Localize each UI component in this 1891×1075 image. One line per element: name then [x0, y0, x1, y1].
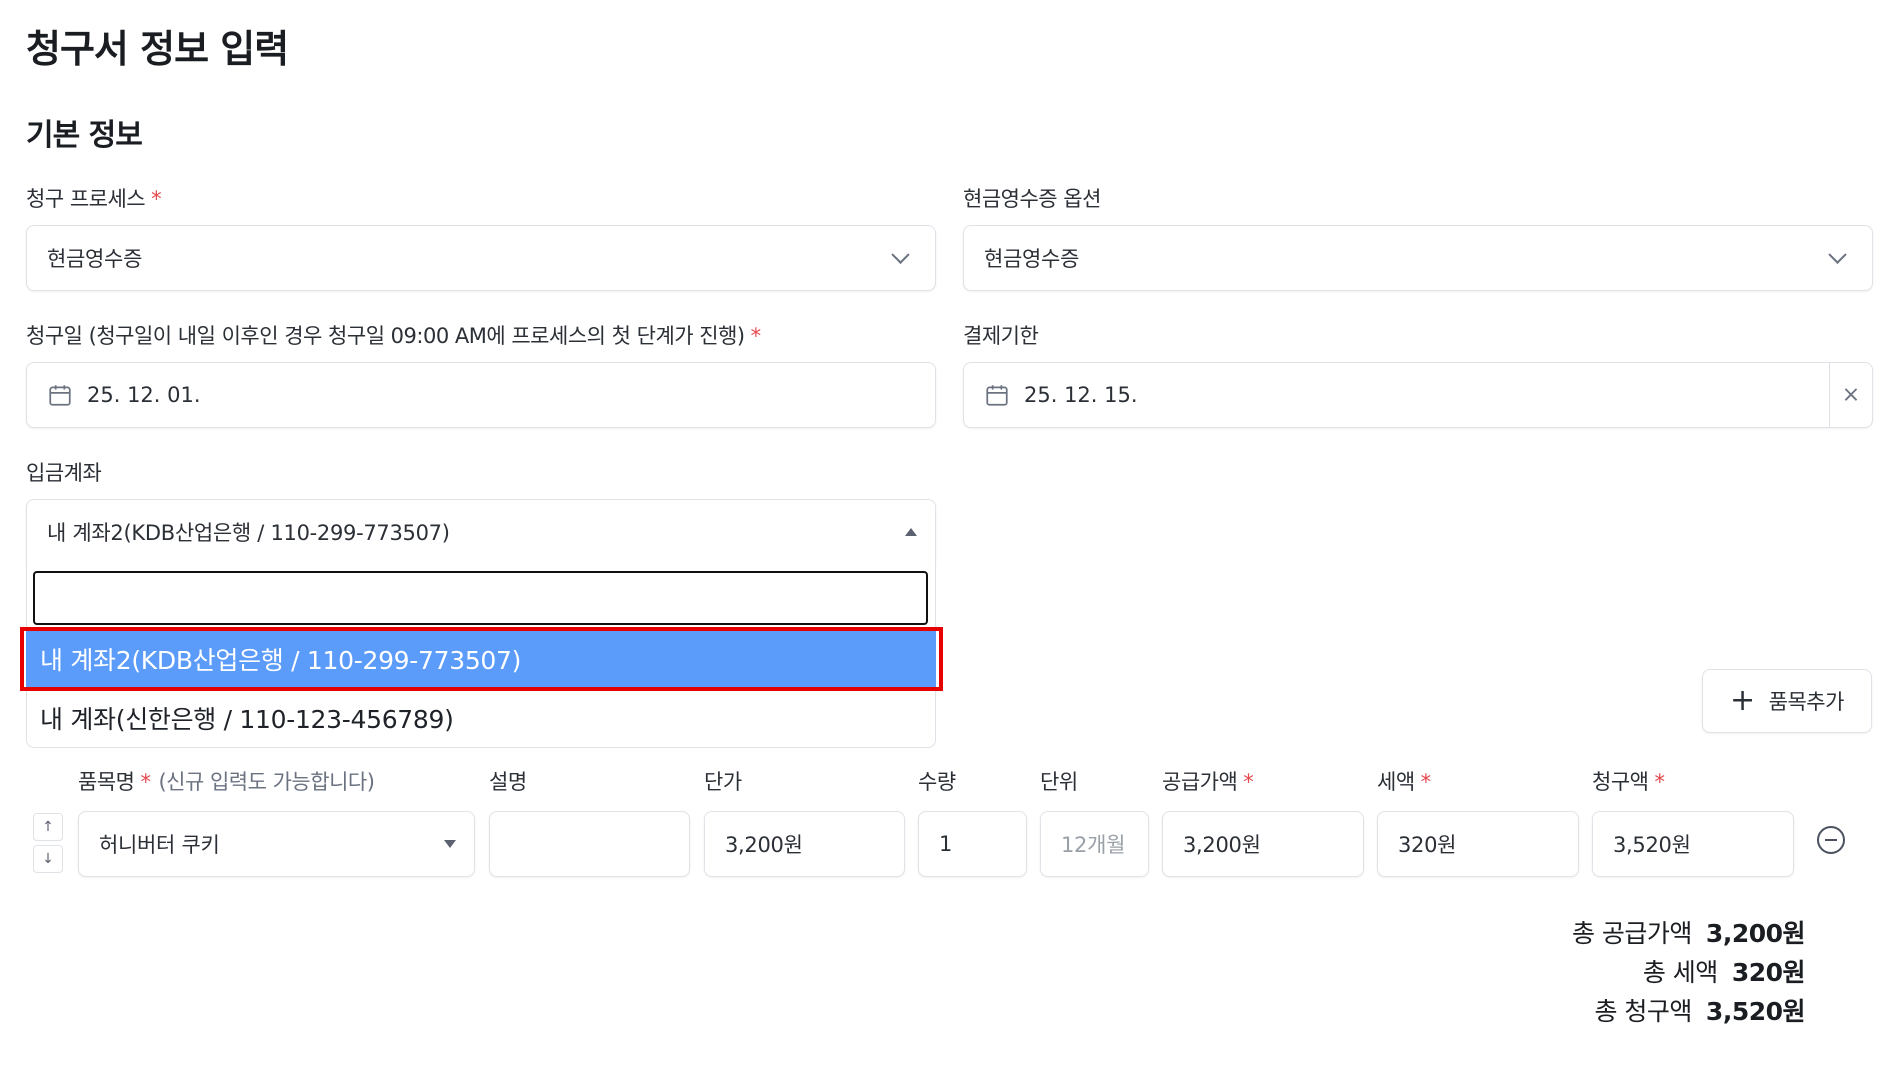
header-unit-price: 단가 [704, 770, 742, 794]
calendar-icon [49, 385, 71, 406]
move-up-button[interactable]: ↑ [33, 813, 63, 841]
item-name-select[interactable]: 허니버터 쿠키 [78, 811, 475, 877]
due-date-label: 결제기한 [963, 324, 1039, 348]
add-item-button[interactable]: + 품목추가 [1702, 669, 1872, 733]
total-billing-label: 총 청구액 [1594, 997, 1692, 1026]
dropdown-option[interactable]: 내 계좌(신한은행 / 110-123-456789) [26, 689, 936, 747]
total-tax: 총 세액 320원 [1642, 953, 1806, 989]
header-supply-amount: 공급가액 * [1162, 770, 1254, 794]
cash-receipt-option-label: 현금영수증 옵션 [963, 187, 1101, 211]
quantity-value: 1 [939, 832, 953, 856]
plus-icon: + [1730, 683, 1755, 718]
remove-row-icon[interactable] [1817, 826, 1845, 854]
chevron-down-icon [891, 245, 910, 264]
total-tax-value: 320원 [1731, 958, 1806, 987]
unit-input[interactable]: 12개월 [1040, 811, 1149, 877]
billing-process-value: 현금영수증 [47, 247, 143, 271]
caret-up-icon [905, 528, 917, 536]
due-date-value: 25. 12. 15. [1024, 383, 1138, 407]
header-unit: 단위 [1040, 770, 1078, 794]
deposit-account-label: 입금계좌 [26, 461, 102, 485]
billing-date-value: 25. 12. 01. [87, 383, 201, 407]
header-item-name: 품목명 * (신규 입력도 가능합니다) [78, 770, 375, 794]
description-input[interactable] [489, 811, 690, 877]
total-billing-value: 3,520원 [1705, 997, 1806, 1026]
header-tax: 세액 * [1377, 770, 1432, 794]
supply-amount-input[interactable]: 3,200원 [1162, 811, 1364, 877]
arrow-up-icon: ↑ [42, 819, 54, 835]
quantity-input[interactable]: 1 [918, 811, 1027, 877]
required-marker: * [750, 324, 762, 348]
caret-down-icon [444, 840, 456, 848]
required-marker: * [151, 187, 162, 211]
clear-divider [1829, 363, 1830, 427]
total-tax-label: 총 세액 [1642, 958, 1718, 987]
required-marker: * [1420, 770, 1432, 794]
unit-placeholder: 12개월 [1061, 833, 1126, 857]
due-date-input[interactable]: 25. 12. 15. × [963, 362, 1873, 428]
required-marker: * [1243, 770, 1254, 794]
deposit-account-select[interactable]: 내 계좌2(KDB산업은행 / 110-299-773507) [26, 499, 936, 565]
unit-price-value: 3,200원 [725, 833, 803, 857]
highlight-box [20, 627, 943, 691]
billing-amount-input[interactable]: 3,520원 [1592, 811, 1794, 877]
total-supply-amount: 총 공급가액 3,200원 [1571, 914, 1806, 950]
billing-process-label: 청구 프로세스 * [26, 187, 162, 211]
billing-process-select[interactable]: 현금영수증 [26, 225, 936, 291]
billing-date-label: 청구일 (청구일이 내일 이후인 경우 청구일 09:00 AM에 프로세스의 … [26, 324, 762, 348]
tax-input[interactable]: 320원 [1377, 811, 1579, 877]
billing-amount-value: 3,520원 [1613, 833, 1691, 857]
total-billing-amount: 총 청구액 3,520원 [1594, 992, 1805, 1028]
page-title: 청구서 정보 입력 [26, 27, 289, 71]
billing-date-input[interactable]: 25. 12. 01. [26, 362, 936, 428]
chevron-down-icon [1828, 245, 1847, 264]
header-quantity: 수량 [918, 770, 956, 794]
deposit-account-value: 내 계좌2(KDB산업은행 / 110-299-773507) [47, 521, 450, 545]
cash-receipt-option-value: 현금영수증 [984, 247, 1080, 271]
tax-value: 320원 [1398, 833, 1457, 857]
arrow-down-icon: ↓ [42, 851, 54, 867]
section-title: 기본 정보 [26, 118, 143, 153]
item-name-value: 허니버터 쿠키 [99, 833, 220, 857]
calendar-icon [986, 385, 1008, 406]
supply-amount-value: 3,200원 [1183, 833, 1261, 857]
move-down-button[interactable]: ↓ [33, 845, 63, 873]
add-item-label: 품목추가 [1768, 690, 1845, 714]
required-marker: * [140, 770, 151, 794]
cash-receipt-option-select[interactable]: 현금영수증 [963, 225, 1873, 291]
header-description: 설명 [489, 770, 527, 794]
item-name-hint: (신규 입력도 가능합니다) [158, 770, 375, 794]
required-marker: * [1654, 770, 1665, 794]
clear-icon[interactable]: × [1840, 383, 1862, 408]
unit-price-input[interactable]: 3,200원 [704, 811, 905, 877]
total-supply-value: 3,200원 [1705, 919, 1806, 948]
dropdown-search-input[interactable] [33, 571, 928, 625]
header-billing-amount: 청구액 * [1592, 770, 1665, 794]
total-supply-label: 총 공급가액 [1571, 919, 1692, 948]
